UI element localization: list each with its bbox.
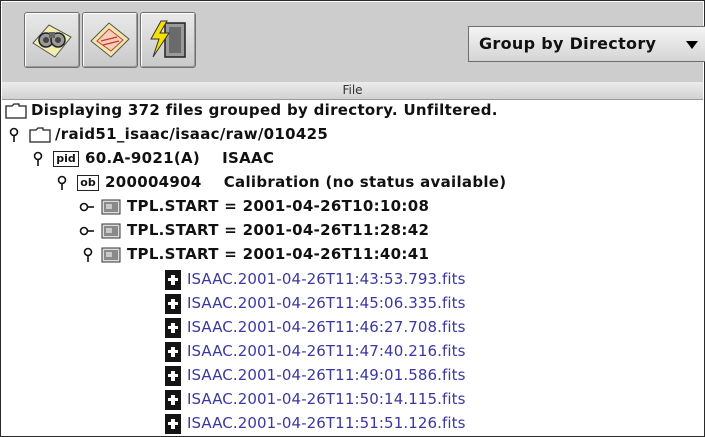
list-item-file[interactable]: ISAAC.2001-04-26T11:47:40.216.fits bbox=[1, 340, 701, 362]
list-item-file[interactable]: ISAAC.2001-04-26T11:50:14.115.fits bbox=[1, 388, 701, 410]
file-name: ISAAC.2001-04-26T11:43:53.793.fits bbox=[187, 270, 466, 288]
list-item-file[interactable]: ISAAC.2001-04-26T11:43:53.793.fits bbox=[1, 268, 701, 290]
file-tree: Displaying 372 files grouped by director… bbox=[1, 100, 704, 436]
fits-file-icon bbox=[165, 342, 181, 362]
binoculars-icon bbox=[32, 24, 72, 58]
file-name: ISAAC.2001-04-26T11:51:51.126.fits bbox=[187, 414, 466, 432]
column-header-file[interactable]: File bbox=[2, 82, 703, 100]
list-item-file[interactable]: ISAAC.2001-04-26T11:49:01.586.fits bbox=[1, 364, 701, 386]
list-item-file[interactable]: ISAAC.2001-04-26T11:51:51.126.fits bbox=[1, 412, 701, 434]
file-name: ISAAC.2001-04-26T11:46:27.708.fits bbox=[187, 318, 466, 336]
expanded-handle-icon[interactable] bbox=[81, 247, 95, 263]
column-header-label: File bbox=[342, 83, 363, 97]
file-name: ISAAC.2001-04-26T11:49:01.586.fits bbox=[187, 366, 466, 384]
list-item-file[interactable]: ISAAC.2001-04-26T11:46:27.708.fits bbox=[1, 316, 701, 338]
template-icon bbox=[101, 247, 121, 263]
observation-block-label: 200004904 Calibration (no status availab… bbox=[105, 173, 507, 191]
tree-node-program[interactable]: pid 60.A-9021(A) ISAAC bbox=[1, 148, 701, 170]
lightning-exit-icon bbox=[150, 20, 186, 58]
tree-summary-row: Displaying 372 files grouped by director… bbox=[1, 100, 701, 122]
folder-icon bbox=[29, 127, 51, 143]
group-by-selected-value: Group by Directory bbox=[479, 34, 657, 53]
summary-text: Displaying 372 files grouped by director… bbox=[31, 101, 498, 119]
tree-node-template[interactable]: TPL.START = 2001-04-26T11:28:42 bbox=[1, 220, 701, 242]
template-label: TPL.START = 2001-04-26T11:40:41 bbox=[127, 245, 430, 263]
program-id-icon: pid bbox=[53, 151, 79, 167]
tree-node-template[interactable]: TPL.START = 2001-04-26T10:10:08 bbox=[1, 196, 701, 218]
collapsed-handle-icon[interactable] bbox=[79, 199, 95, 215]
template-icon bbox=[101, 223, 121, 239]
toolbar: Group by Directory bbox=[2, 2, 705, 83]
directory-label: /raid51_isaac/isaac/raw/010425 bbox=[55, 125, 329, 143]
app-window: Group by Directory File Displaying 372 f… bbox=[0, 0, 705, 437]
filter-icon bbox=[90, 22, 130, 58]
collapsed-handle-icon[interactable] bbox=[79, 223, 95, 239]
file-name: ISAAC.2001-04-26T11:50:14.115.fits bbox=[187, 390, 466, 408]
observation-block-icon: ob bbox=[77, 175, 99, 191]
fits-file-icon bbox=[165, 270, 181, 290]
expanded-handle-icon[interactable] bbox=[55, 175, 69, 191]
program-label: 60.A-9021(A) ISAAC bbox=[85, 149, 275, 167]
folder-icon bbox=[5, 103, 27, 119]
fits-file-icon bbox=[165, 390, 181, 410]
template-label: TPL.START = 2001-04-26T11:28:42 bbox=[127, 221, 430, 239]
filter-button[interactable] bbox=[82, 12, 138, 68]
expanded-handle-icon[interactable] bbox=[7, 127, 21, 143]
file-name: ISAAC.2001-04-26T11:47:40.216.fits bbox=[187, 342, 466, 360]
template-icon bbox=[101, 199, 121, 215]
chevron-down-icon bbox=[686, 41, 698, 49]
group-by-select[interactable]: Group by Directory bbox=[468, 26, 705, 62]
tree-node-directory[interactable]: /raid51_isaac/isaac/raw/010425 bbox=[1, 124, 701, 146]
expanded-handle-icon[interactable] bbox=[31, 151, 45, 167]
fits-file-icon bbox=[165, 318, 181, 338]
search-button[interactable] bbox=[24, 12, 80, 68]
fits-file-icon bbox=[165, 294, 181, 314]
tree-node-observation-block[interactable]: ob 200004904 Calibration (no status avai… bbox=[1, 172, 701, 194]
tree-node-template[interactable]: TPL.START = 2001-04-26T11:40:41 bbox=[1, 244, 701, 266]
list-item-file[interactable]: ISAAC.2001-04-26T11:45:06.335.fits bbox=[1, 292, 701, 314]
fits-file-icon bbox=[165, 366, 181, 386]
template-label: TPL.START = 2001-04-26T10:10:08 bbox=[127, 197, 430, 215]
exit-button[interactable] bbox=[140, 12, 196, 68]
file-name: ISAAC.2001-04-26T11:45:06.335.fits bbox=[187, 294, 466, 312]
fits-file-icon bbox=[165, 414, 181, 434]
